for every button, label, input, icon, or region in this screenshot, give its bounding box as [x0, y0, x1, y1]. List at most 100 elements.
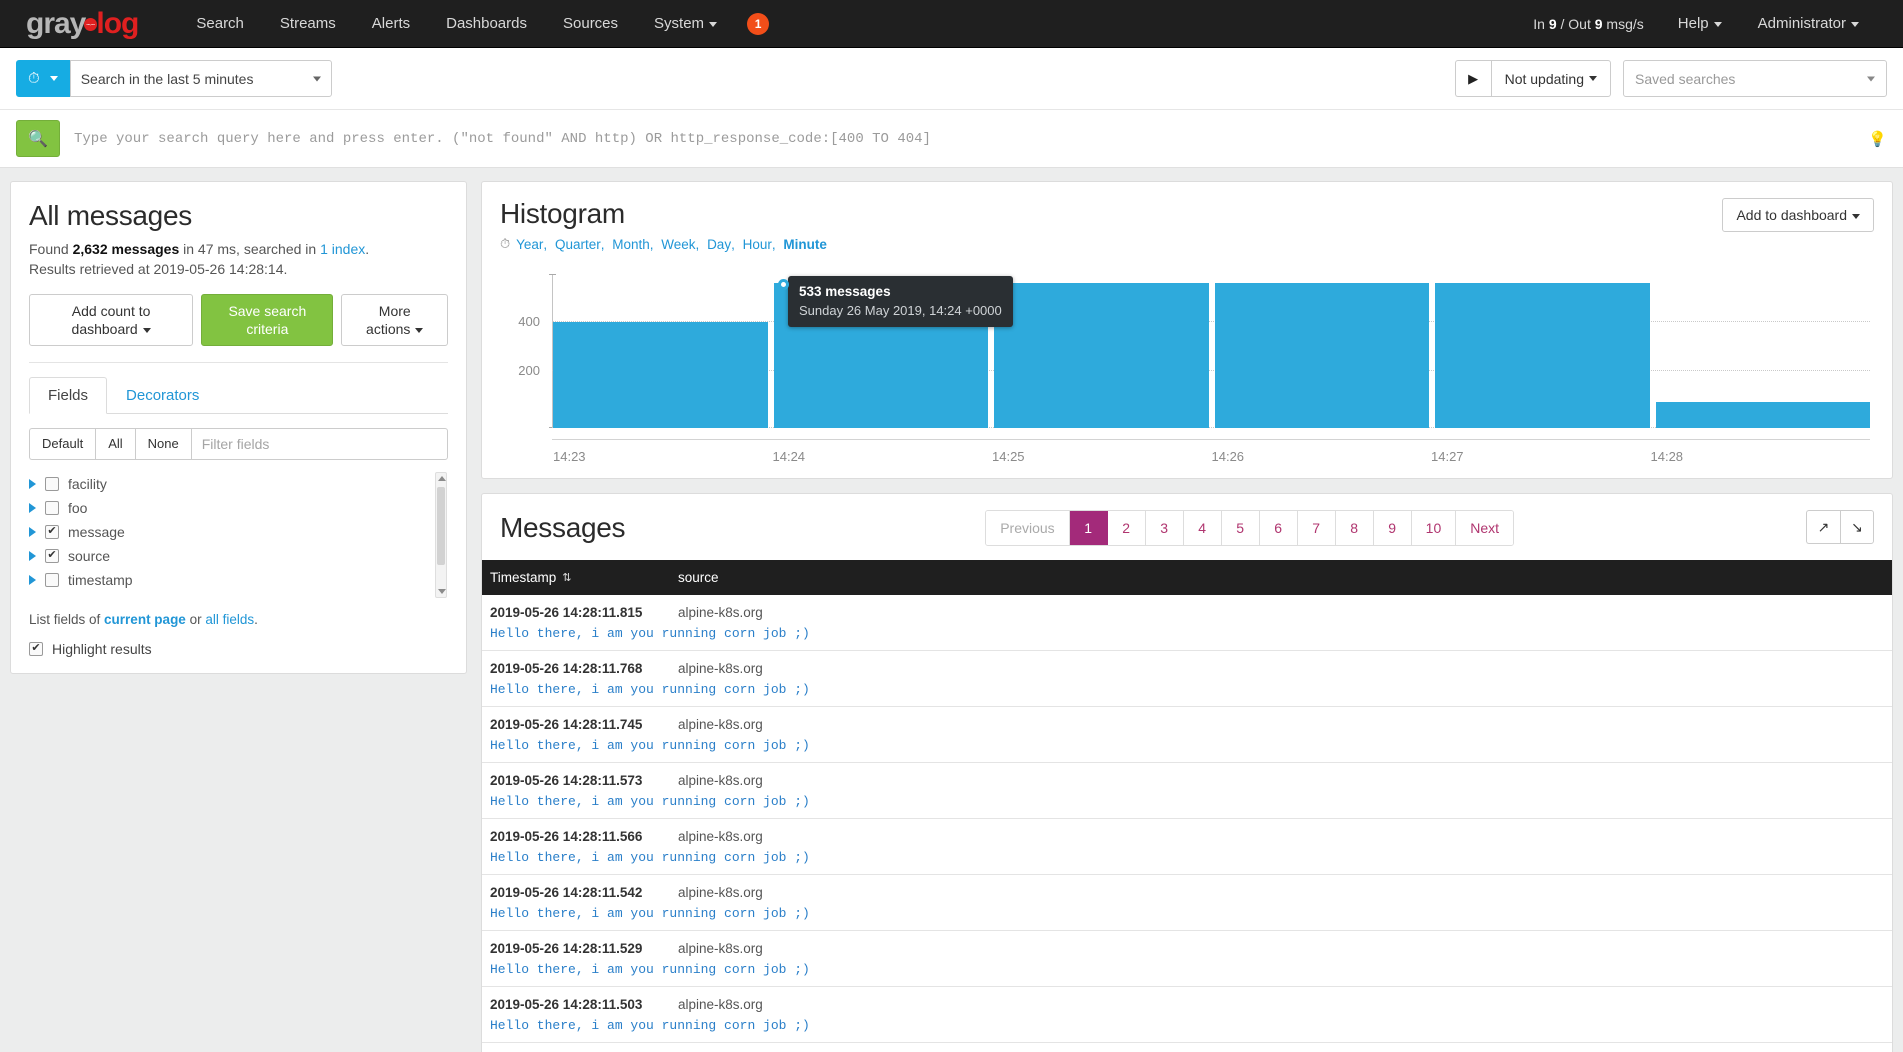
table-row[interactable]: 2019-05-26 14:28:11.573 alpine-k8s.org He…	[482, 763, 1892, 819]
search-submit-button[interactable]: 🔍	[16, 120, 60, 157]
brand-text-gray: gray	[26, 6, 86, 40]
sort-desc-icon[interactable]: ⇅	[562, 571, 571, 584]
all-fields-link[interactable]: all fields	[205, 612, 254, 627]
nav-item-help[interactable]: Help	[1660, 1, 1740, 46]
fields-preset-none[interactable]: None	[134, 427, 191, 460]
field-item-message[interactable]: ✔ message	[29, 520, 447, 544]
nav-item-dashboards[interactable]: Dashboards	[428, 1, 545, 46]
table-row[interactable]: 2019-05-26 14:28:11.503 alpine-k8s.org He…	[482, 987, 1892, 1043]
nav-item-search[interactable]: Search	[178, 1, 262, 46]
bar-14-27[interactable]	[1435, 283, 1650, 428]
more-actions-button[interactable]: More actions	[341, 293, 448, 346]
pagination-next[interactable]: Next	[1456, 511, 1514, 545]
fields-preset-all[interactable]: All	[95, 427, 135, 460]
pagination-page-8[interactable]: 8	[1335, 511, 1374, 545]
interval-minute[interactable]: Minute	[783, 237, 827, 252]
play-icon[interactable]: ▶	[1454, 60, 1491, 97]
sidebar-action-buttons: Add count to dashboard Save search crite…	[29, 293, 448, 363]
pagination-page-9[interactable]: 9	[1373, 511, 1412, 545]
bar-14-28[interactable]	[1655, 402, 1870, 428]
column-header-timestamp[interactable]: Timestamp ⇅	[482, 570, 678, 585]
retrieved-at: Results retrieved at 2019-05-26 14:28:14…	[29, 261, 288, 278]
expand-triangle-icon[interactable]	[29, 550, 36, 561]
nav-item-user[interactable]: Administrator	[1740, 1, 1877, 46]
tab-fields[interactable]: Fields	[29, 376, 108, 414]
field-checkbox[interactable]	[45, 572, 59, 587]
add-to-dashboard-button[interactable]: Add to dashboard	[1722, 198, 1874, 233]
table-row[interactable]: 2019-05-26 14:28:11.487alpine-k8s.org He…	[482, 1043, 1892, 1052]
pagination-page-10[interactable]: 10	[1411, 511, 1457, 545]
timerange-select[interactable]: Search in the last 5 minutes	[69, 60, 332, 97]
field-item-facility[interactable]: facility	[29, 472, 447, 496]
field-checkbox[interactable]: ✔	[45, 548, 59, 563]
pagination-page-5[interactable]: 5	[1221, 511, 1260, 545]
bar-14-25[interactable]	[994, 283, 1209, 428]
saved-searches-select[interactable]: Saved searches	[1623, 60, 1887, 97]
table-row[interactable]: 2019-05-26 14:28:11.815 alpine-k8s.org He…	[482, 595, 1892, 651]
row-source: alpine-k8s.org	[678, 717, 763, 732]
field-item-foo[interactable]: foo	[29, 496, 447, 520]
pagination-page-7[interactable]: 7	[1297, 511, 1336, 545]
expand-triangle-icon[interactable]	[29, 478, 36, 489]
scroll-up-icon[interactable]	[438, 475, 446, 481]
field-list-scrollbar[interactable]	[435, 471, 447, 598]
interval-week[interactable]: Week	[661, 237, 695, 252]
scroll-down-icon[interactable]	[438, 588, 446, 594]
table-row[interactable]: 2019-05-26 14:28:11.542 alpine-k8s.org He…	[482, 875, 1892, 931]
tab-decorators[interactable]: Decorators	[107, 377, 218, 414]
expand-triangle-icon[interactable]	[29, 574, 36, 585]
lightbulb-icon[interactable]: 💡	[1868, 130, 1887, 148]
bar-14-23[interactable]	[553, 322, 768, 428]
row-message: Hello there, i am you running corn job ;…	[490, 682, 810, 697]
histogram-panel: Histogram ⏱ Year, Quarter, Month, Week, …	[481, 181, 1893, 479]
pagination-previous[interactable]: Previous	[986, 511, 1070, 545]
table-row[interactable]: 2019-05-26 14:28:11.768 alpine-k8s.org He…	[482, 651, 1892, 707]
highlight-results-row[interactable]: ✔ Highlight results	[29, 641, 448, 657]
timerange-type-button[interactable]: ⏱	[16, 60, 70, 97]
nav-item-sources[interactable]: Sources	[545, 1, 636, 46]
pagination-page-4[interactable]: 4	[1183, 511, 1222, 545]
refresh-dropdown[interactable]: Not updating	[1490, 60, 1611, 97]
interval-hour[interactable]: Hour	[743, 237, 772, 252]
interval-month[interactable]: Month	[612, 237, 650, 252]
field-checkbox[interactable]	[45, 476, 59, 491]
nav-item-alerts[interactable]: Alerts	[354, 1, 428, 46]
add-count-to-dashboard-button[interactable]: Add count to dashboard	[29, 293, 194, 346]
expand-triangle-icon[interactable]	[29, 526, 36, 537]
collapse-icon[interactable]: ↘	[1840, 510, 1874, 544]
interval-year[interactable]: Year	[516, 237, 543, 252]
save-search-criteria-button[interactable]: Save search criteria	[201, 293, 334, 346]
bar-14-24[interactable]	[773, 283, 988, 428]
search-input[interactable]	[74, 130, 1859, 147]
field-checkbox[interactable]	[45, 500, 59, 515]
bar-14-26[interactable]	[1214, 283, 1429, 428]
interval-day[interactable]: Day	[707, 237, 731, 252]
column-header-source[interactable]: source	[678, 570, 719, 585]
nav-item-system[interactable]: System	[636, 1, 735, 46]
table-row[interactable]: 2019-05-26 14:28:11.745 alpine-k8s.org He…	[482, 707, 1892, 763]
row-message: Hello there, i am you running corn job ;…	[490, 850, 810, 865]
nav-item-streams[interactable]: Streams	[262, 1, 354, 46]
expand-triangle-icon[interactable]	[29, 502, 36, 513]
current-page-link[interactable]: current page	[104, 612, 186, 627]
table-row[interactable]: 2019-05-26 14:28:11.566 alpine-k8s.org He…	[482, 819, 1892, 875]
fields-preset-default[interactable]: Default	[29, 427, 96, 460]
field-item-timestamp[interactable]: timestamp	[29, 568, 447, 592]
table-row[interactable]: 2019-05-26 14:28:11.529 alpine-k8s.org He…	[482, 931, 1892, 987]
field-checkbox[interactable]: ✔	[45, 524, 59, 539]
pagination-page-6[interactable]: 6	[1259, 511, 1298, 545]
pagination-page-2[interactable]: 2	[1107, 511, 1146, 545]
expand-icon[interactable]: ↗	[1806, 510, 1840, 544]
notification-badge[interactable]: 1	[747, 12, 770, 35]
pagination-page-1[interactable]: 1	[1069, 511, 1108, 545]
field-item-source[interactable]: ✔ source	[29, 544, 447, 568]
row-timestamp: 2019-05-26 14:28:11.745	[490, 717, 643, 732]
highlight-results-checkbox[interactable]: ✔	[29, 641, 43, 656]
index-link[interactable]: 1 index	[320, 241, 365, 257]
interval-quarter[interactable]: Quarter	[555, 237, 601, 252]
pagination-page-3[interactable]: 3	[1145, 511, 1184, 545]
scrollbar-thumb[interactable]	[437, 486, 445, 565]
filter-fields-input[interactable]	[190, 427, 448, 460]
graylog-logo[interactable]: gray log	[26, 6, 139, 41]
row-message: Hello there, i am you running corn job ;…	[490, 1018, 810, 1033]
